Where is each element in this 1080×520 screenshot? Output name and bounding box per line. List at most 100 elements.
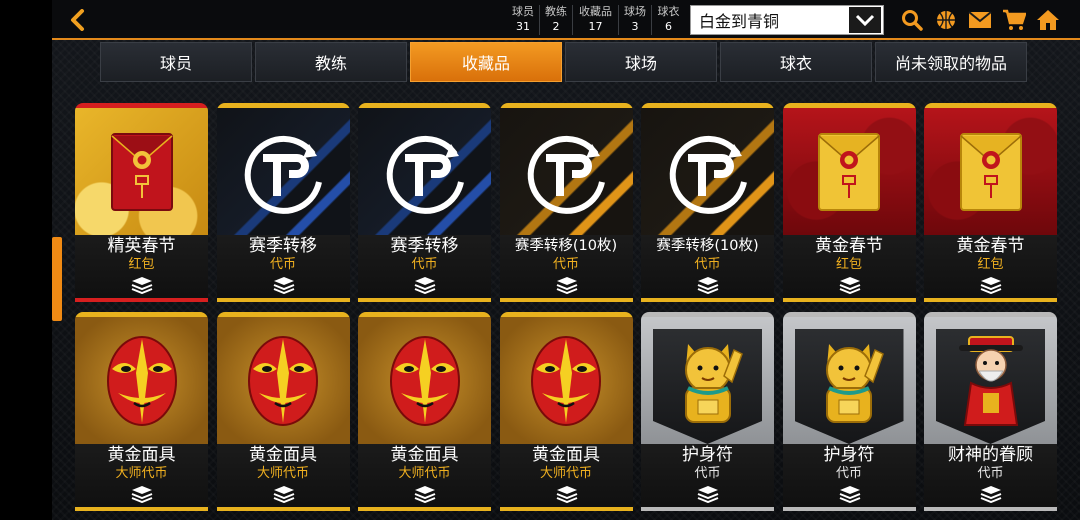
collectible-card[interactable]: 财神的眷顾 代币 bbox=[924, 312, 1057, 511]
cart-icon[interactable] bbox=[1000, 6, 1028, 34]
card-name: 精英春节 bbox=[107, 236, 176, 256]
card-art bbox=[782, 103, 916, 235]
layers-icon bbox=[131, 277, 153, 294]
collectible-card[interactable]: 护身符 代币 bbox=[782, 312, 916, 511]
card-name: 赛季转移 bbox=[390, 236, 459, 256]
card-name: 黄金面具 bbox=[249, 445, 317, 465]
card-art bbox=[358, 103, 491, 235]
tab-unclaimed[interactable]: 尚未领取的物品 bbox=[875, 42, 1027, 82]
lucky-cat-icon bbox=[826, 343, 884, 423]
card-art bbox=[924, 103, 1057, 235]
opera-mask-icon bbox=[106, 335, 177, 426]
card-art bbox=[499, 312, 633, 444]
tier-filter-select[interactable]: 白金到青铜 bbox=[690, 5, 884, 35]
collectible-card[interactable]: 黄金面具 大师代币 bbox=[499, 312, 633, 511]
card-name: 黄金春节 bbox=[815, 236, 883, 256]
tab-collectibles[interactable]: 收藏品 bbox=[410, 42, 562, 82]
collectible-card[interactable]: 黄金春节 红包 bbox=[782, 103, 916, 302]
card-name: 黄金面具 bbox=[390, 445, 459, 465]
count-coaches: 教练 2 bbox=[540, 5, 573, 35]
card-type: 大师代币 bbox=[398, 466, 451, 481]
card-type: 代币 bbox=[977, 466, 1004, 481]
back-button[interactable] bbox=[62, 4, 92, 36]
collectible-card[interactable]: 赛季转移(10枚) 代币 bbox=[499, 103, 633, 302]
basketball-icon[interactable] bbox=[932, 6, 960, 34]
collectible-card[interactable]: 赛季转移(10枚) 代币 bbox=[641, 103, 774, 302]
card-art bbox=[216, 312, 350, 444]
layers-icon bbox=[556, 277, 577, 294]
layers-icon bbox=[273, 486, 294, 503]
card-name: 赛季转移(10枚) bbox=[656, 238, 759, 254]
card-type: 代币 bbox=[694, 257, 721, 272]
card-art bbox=[924, 312, 1057, 444]
left-edge bbox=[0, 0, 52, 520]
card-name: 护身符 bbox=[823, 445, 875, 465]
opera-mask-icon bbox=[531, 335, 601, 426]
card-art bbox=[641, 103, 774, 235]
tp-token-icon bbox=[527, 135, 605, 214]
card-type: 代币 bbox=[835, 466, 862, 481]
card-type: 大师代币 bbox=[256, 466, 309, 481]
tp-token-icon bbox=[244, 135, 322, 214]
card-type: 红包 bbox=[835, 257, 862, 272]
tab-courts[interactable]: 球场 bbox=[565, 42, 717, 82]
card-art bbox=[499, 103, 633, 235]
gold-envelope-icon bbox=[959, 132, 1022, 211]
collectible-card[interactable]: 黄金面具 大师代币 bbox=[75, 312, 208, 511]
tab-players[interactable]: 球员 bbox=[100, 42, 252, 82]
opera-mask-icon bbox=[248, 335, 318, 426]
collectible-card[interactable]: 赛季转移 代币 bbox=[216, 103, 350, 302]
card-type: 代币 bbox=[552, 257, 579, 272]
layers-icon bbox=[697, 277, 719, 294]
count-players: 球员 31 bbox=[507, 5, 540, 35]
card-name: 赛季转移 bbox=[249, 236, 317, 256]
top-bar: 球员 31 教练 2 收藏品 17 球场 3 球衣 6 白金到青铜 bbox=[52, 0, 1080, 40]
layers-icon bbox=[556, 486, 577, 503]
layers-icon bbox=[131, 486, 153, 503]
card-type: 代币 bbox=[269, 257, 296, 272]
collectible-card[interactable]: 护身符 代币 bbox=[641, 312, 774, 511]
card-name: 黄金面具 bbox=[532, 445, 600, 465]
chevron-left-icon bbox=[71, 9, 84, 31]
side-drawer-handle[interactable] bbox=[52, 237, 62, 321]
card-name: 护身符 bbox=[682, 445, 733, 465]
search-icon[interactable] bbox=[898, 6, 926, 34]
layers-icon bbox=[697, 486, 719, 503]
tab-jerseys[interactable]: 球衣 bbox=[720, 42, 872, 82]
tab-coaches[interactable]: 教练 bbox=[255, 42, 407, 82]
opera-mask-icon bbox=[389, 335, 460, 426]
card-art bbox=[782, 312, 916, 444]
collectibles-grid: 精英春节 红包 赛季转移 代币 赛季转移 代币 赛季转移(10枚) 代币 赛季转… bbox=[75, 103, 1057, 511]
layers-icon bbox=[273, 277, 294, 294]
red-envelope-icon bbox=[110, 132, 173, 211]
count-jerseys: 球衣 6 bbox=[657, 5, 680, 33]
count-courts: 球场 3 bbox=[619, 5, 652, 35]
collection-counts: 球员 31 教练 2 收藏品 17 球场 3 球衣 6 bbox=[507, 5, 685, 35]
collectible-card[interactable]: 赛季转移 代币 bbox=[358, 103, 491, 302]
card-art bbox=[641, 312, 774, 444]
mail-icon[interactable] bbox=[966, 6, 994, 34]
tp-token-icon bbox=[386, 135, 464, 214]
chevron-down-icon[interactable] bbox=[849, 7, 881, 33]
tier-filter-value: 白金到青铜 bbox=[699, 12, 780, 31]
card-type: 红包 bbox=[128, 257, 155, 272]
card-type: 大师代币 bbox=[539, 466, 592, 481]
layers-icon bbox=[980, 486, 1002, 503]
layers-icon bbox=[839, 486, 860, 503]
card-type: 代币 bbox=[411, 257, 438, 272]
home-icon[interactable] bbox=[1034, 6, 1062, 34]
tp-token-icon bbox=[669, 135, 747, 214]
card-type: 大师代币 bbox=[115, 466, 168, 481]
count-collectibles: 收藏品 17 bbox=[573, 5, 619, 35]
collectible-card[interactable]: 黄金面具 大师代币 bbox=[358, 312, 491, 511]
layers-icon bbox=[839, 277, 860, 294]
collectible-card[interactable]: 黄金面具 大师代币 bbox=[216, 312, 350, 511]
collectible-card[interactable]: 黄金春节 红包 bbox=[924, 103, 1057, 302]
card-art bbox=[75, 103, 208, 235]
card-name: 财神的眷顾 bbox=[948, 445, 1033, 465]
lucky-cat-icon bbox=[684, 343, 743, 423]
card-name: 赛季转移(10枚) bbox=[514, 238, 618, 254]
gold-envelope-icon bbox=[818, 132, 880, 211]
card-name: 黄金面具 bbox=[107, 445, 176, 465]
collectible-card[interactable]: 精英春节 红包 bbox=[75, 103, 208, 302]
